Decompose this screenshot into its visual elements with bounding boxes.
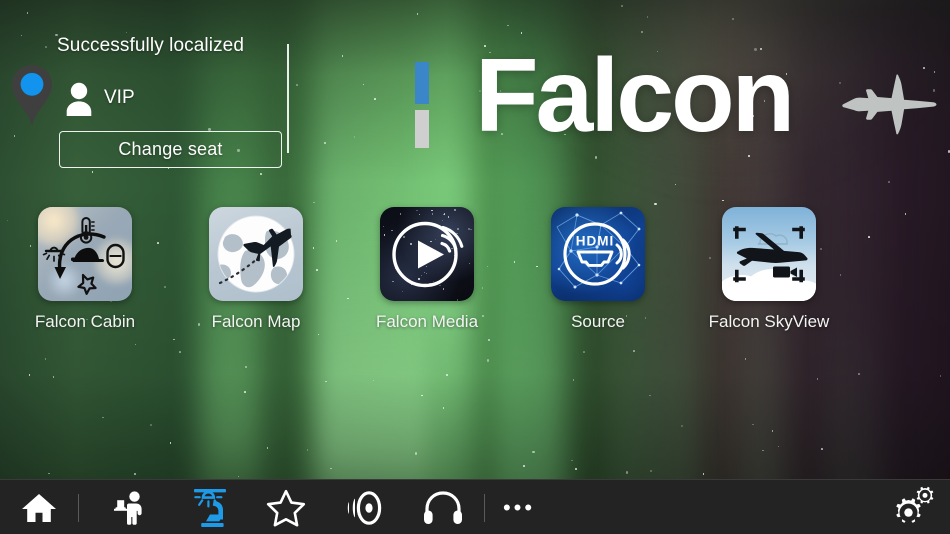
brand-accent-bars xyxy=(415,62,429,148)
globe-flight-icon[interactable] xyxy=(209,207,303,301)
app-label: Falcon SkyView xyxy=(708,312,830,331)
panel-divider xyxy=(287,44,289,153)
app-grid: Falcon Cabin Falcon Map Falcon Media HDM… xyxy=(0,207,950,337)
reading-light-icon xyxy=(194,488,226,527)
taskbar-item-favorites[interactable] xyxy=(253,480,319,534)
brand-bar-gray xyxy=(415,110,429,148)
headphones-icon xyxy=(424,490,462,524)
home-icon xyxy=(22,493,56,522)
passenger-icon xyxy=(66,82,92,116)
flight-attendant-icon xyxy=(114,490,142,525)
ife-home-screen: Successfully localized VIP Change seat F… xyxy=(0,0,950,534)
app-label: Falcon Media xyxy=(375,312,479,331)
taskbar-item-volume[interactable] xyxy=(332,480,398,534)
taskbar-overflow-button[interactable]: ••• xyxy=(496,480,542,534)
app-tile-falcon-media[interactable]: Falcon Media xyxy=(342,207,512,332)
taskbar: ••• xyxy=(0,479,950,534)
app-tile-falcon-skyview[interactable]: Falcon SkyView xyxy=(684,207,854,332)
taskbar-item-headphones[interactable] xyxy=(410,480,476,534)
svg-text:HDMI: HDMI xyxy=(576,234,615,249)
app-label: Source xyxy=(571,312,625,331)
seat-status-panel: Successfully localized VIP Change seat xyxy=(0,22,300,182)
brand-bar-blue xyxy=(415,62,429,104)
passenger-class-label: VIP xyxy=(104,87,135,108)
gears-icon xyxy=(896,486,934,523)
app-label: Falcon Cabin xyxy=(34,312,136,331)
taskbar-item-attendant-call[interactable] xyxy=(100,480,164,534)
change-seat-button[interactable]: Change seat xyxy=(59,131,282,168)
app-tile-falcon-cabin[interactable]: Falcon Cabin xyxy=(0,207,170,332)
skyview-camera-icon[interactable] xyxy=(722,207,816,301)
taskbar-item-home[interactable] xyxy=(7,480,71,534)
app-tile-source[interactable]: HDMI Source xyxy=(513,207,683,332)
cabin-climate-icon[interactable] xyxy=(38,207,132,301)
app-label: Falcon Map xyxy=(211,312,301,331)
localization-status-text: Successfully localized xyxy=(57,35,245,56)
hdmi-source-icon[interactable]: HDMI xyxy=(551,207,645,301)
star-icon xyxy=(266,489,306,526)
airplane-icon xyxy=(842,74,937,135)
media-play-icon[interactable] xyxy=(380,207,474,301)
app-tile-falcon-map[interactable]: Falcon Map xyxy=(171,207,341,332)
taskbar-item-reading-light[interactable] xyxy=(178,480,244,534)
brand-name: Falcon xyxy=(475,38,795,154)
location-pin-icon xyxy=(12,65,52,125)
taskbar-divider xyxy=(484,494,485,522)
speaker-icon xyxy=(347,490,382,525)
taskbar-divider xyxy=(78,494,79,522)
taskbar-item-settings[interactable] xyxy=(884,480,940,534)
